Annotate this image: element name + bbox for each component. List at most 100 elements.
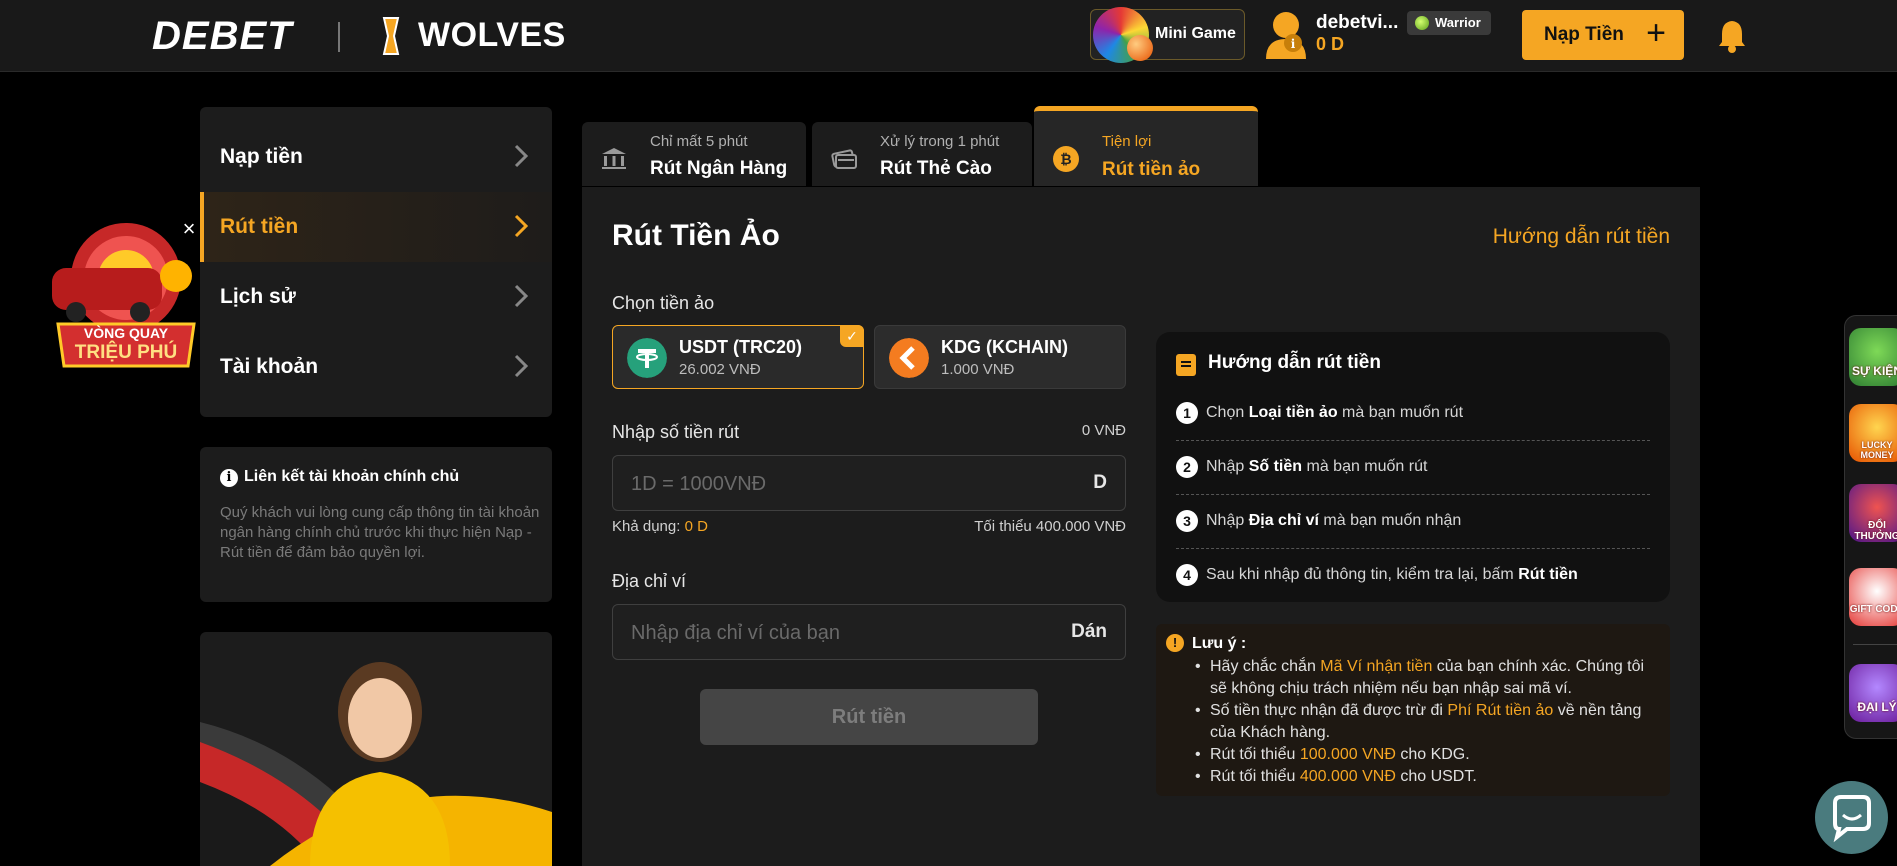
- chat-bubble-icon: [1833, 795, 1871, 843]
- sidebar-item-history[interactable]: Lịch sử: [200, 262, 552, 332]
- dock-item-gift-code[interactable]: GIFT CODE: [1849, 568, 1897, 626]
- amount-label: Nhập số tiền rút: [612, 422, 740, 442]
- bank-icon: [602, 148, 626, 169]
- user-avatar-icon[interactable]: i: [1262, 7, 1310, 59]
- tab-title: Rút Thẻ Cào: [880, 158, 992, 179]
- tab-subtitle: Chỉ mất 5 phút: [650, 133, 748, 150]
- withdraw-guide-link[interactable]: Hướng dẫn rút tiền: [1493, 225, 1670, 249]
- coin-option-usdt[interactable]: ✓ USDT (TRC20) 26.002 VNĐ: [612, 325, 864, 389]
- amount-field[interactable]: D: [612, 455, 1126, 511]
- notice-box: ! Lưu ý : Hãy chắc chắn Mã Ví nhận tiền …: [1156, 624, 1670, 796]
- usdt-icon: [627, 338, 667, 378]
- top-header: DEBET WOLVES Mini Game i debetvi... 0 D …: [0, 0, 1897, 72]
- amount-input[interactable]: [631, 470, 1061, 498]
- minigame-wheel-icon: [1093, 7, 1153, 63]
- chevron-right-icon: [514, 354, 528, 378]
- notice-item: Hãy chắc chắn Mã Ví nhận tiền của bạn ch…: [1192, 656, 1662, 700]
- mini-game-label: Mini Game: [1155, 25, 1236, 42]
- step-text: Chọn Loại tiền ảo mà bạn muốn rút: [1206, 404, 1464, 421]
- chevron-right-icon: [514, 214, 528, 238]
- check-icon: ✓: [840, 325, 864, 347]
- withdraw-submit-button[interactable]: Rút tiền: [700, 689, 1038, 745]
- sidebar-item-label: Lịch sử: [220, 285, 296, 308]
- dock-divider: [1853, 644, 1897, 645]
- deposit-button[interactable]: Nạp Tiền +: [1522, 10, 1684, 60]
- notice-item: Rút tối thiểu 100.000 VNĐ cho KDG.: [1192, 744, 1662, 766]
- available-label: Khả dụng:: [612, 518, 681, 535]
- wallet-field[interactable]: Dán: [612, 604, 1126, 660]
- dock-label: GIFT CODE: [1849, 604, 1897, 615]
- step-text: Nhập Địa chỉ ví mà bạn muốn nhận: [1206, 512, 1462, 529]
- amount-converted: 0 VNĐ: [1081, 422, 1126, 439]
- dock-item-agent[interactable]: ĐẠI LÝ: [1849, 664, 1897, 722]
- kdg-icon: [889, 338, 929, 378]
- dock-item-lucky-money[interactable]: LUCKY MONEY: [1849, 404, 1897, 462]
- wolves-logo-icon: [382, 17, 400, 55]
- dock-item-events[interactable]: SỰ KIỆN: [1849, 328, 1897, 386]
- promo-label-bottom: TRIỆU PHÚ: [74, 342, 178, 363]
- username[interactable]: debetvi...: [1316, 12, 1398, 34]
- tab-title: Rút tiền ảo: [1102, 159, 1201, 180]
- available-value: 0 D: [684, 518, 708, 535]
- scratch-card-icon: [831, 149, 857, 169]
- side-menu: Nạp tiền Rút tiền Lịch sử Tài khoản: [200, 107, 552, 417]
- bell-icon[interactable]: [1716, 18, 1748, 54]
- wallet-address-input[interactable]: [631, 619, 1061, 647]
- guide-title: Hướng dẫn rút tiền: [1208, 352, 1381, 373]
- paste-button[interactable]: Dán: [1071, 621, 1107, 643]
- dock-label: SỰ KIỆN: [1852, 364, 1897, 378]
- coin-price: 26.002 VNĐ: [679, 361, 761, 378]
- wallet-address-label: Địa chỉ ví: [612, 571, 687, 591]
- dock-label: LUCKY MONEY: [1860, 440, 1894, 460]
- step-text: Sau khi nhập đủ thông tin, kiểm tra lại,…: [1206, 566, 1578, 583]
- promo-label-top: VÒNG QUAY: [83, 325, 169, 341]
- sidebar-item-label: Nạp tiền: [220, 145, 303, 168]
- user-balance: 0 D: [1316, 34, 1345, 54]
- coin-price: 1.000 VNĐ: [941, 361, 1015, 378]
- sidebar-item-label: Tài khoản: [220, 355, 319, 378]
- tab-crypto-withdraw[interactable]: ₿ Tiện lợi Rút tiền ảo: [1034, 106, 1258, 186]
- step-number: 2: [1176, 456, 1198, 478]
- book-icon: [1176, 354, 1196, 376]
- amount-unit: D: [1093, 472, 1107, 493]
- tab-title: Rút Ngân Hàng: [650, 158, 788, 179]
- support-agent-illustration: [200, 662, 552, 866]
- tab-subtitle: Tiện lợi: [1102, 133, 1152, 150]
- step-number: 1: [1176, 402, 1198, 424]
- coin-name: USDT (TRC20): [679, 337, 803, 357]
- plus-icon: +: [1646, 14, 1666, 52]
- sidebar-item-deposit[interactable]: Nạp tiền: [200, 122, 552, 192]
- svg-text:i: i: [1291, 37, 1296, 51]
- debet-logo[interactable]: DEBET: [152, 14, 293, 59]
- dock-item-rewards[interactable]: ĐỔI THƯỞNG: [1849, 484, 1897, 542]
- mini-game-button[interactable]: Mini Game: [1090, 7, 1245, 63]
- support-banner: [200, 632, 552, 866]
- wolves-logo[interactable]: WOLVES: [418, 16, 566, 55]
- vong-quay-promo[interactable]: VÒNG QUAY TRIỆU PHÚ: [44, 220, 204, 370]
- rank-badge: Warrior: [1407, 11, 1491, 35]
- bitcoin-icon: ₿: [1053, 146, 1079, 172]
- sidebar-item-label: Rút tiền: [220, 215, 299, 238]
- sidebar-item-account[interactable]: Tài khoản: [200, 332, 552, 402]
- notice-list: Hãy chắc chắn Mã Ví nhận tiền của bạn ch…: [1192, 656, 1662, 788]
- chevron-right-icon: [514, 144, 528, 168]
- notice-item: Rút tối thiểu 400.000 VNĐ cho USDT.: [1192, 766, 1662, 788]
- tab-subtitle: Xử lý trong 1 phút: [880, 133, 1000, 150]
- live-chat-button[interactable]: [1815, 781, 1888, 854]
- chevron-right-icon: [514, 284, 528, 308]
- tab-bank-withdraw[interactable]: Chỉ mất 5 phút Rút Ngân Hàng: [582, 122, 806, 186]
- account-link-info-card: i Liên kết tài khoản chính chủ Quý khách…: [200, 447, 552, 602]
- guide-step: 2 Nhập Số tiền mà bạn muốn rút: [1176, 441, 1650, 495]
- minimum-amount: Tối thiểu 400.000 VNĐ: [974, 518, 1126, 535]
- coin-option-kdg[interactable]: KDG (KCHAIN) 1.000 VNĐ: [874, 325, 1126, 389]
- step-text: Nhập Số tiền mà bạn muốn rút: [1206, 458, 1428, 475]
- close-promo-icon[interactable]: ×: [180, 218, 198, 240]
- notice-title: Lưu ý :: [1192, 635, 1247, 652]
- svg-text:₿: ₿: [1060, 152, 1071, 168]
- sidebar-item-withdraw[interactable]: Rút tiền: [200, 192, 552, 262]
- warning-icon: !: [1166, 634, 1184, 652]
- info-card-title: Liên kết tài khoản chính chủ: [244, 468, 460, 485]
- info-icon: i: [220, 469, 238, 487]
- right-quick-dock: SỰ KIỆN LUCKY MONEY ĐỔI THƯỞNG GIFT CODE…: [1844, 315, 1897, 739]
- tab-card-withdraw[interactable]: Xử lý trong 1 phút Rút Thẻ Cào: [812, 122, 1032, 186]
